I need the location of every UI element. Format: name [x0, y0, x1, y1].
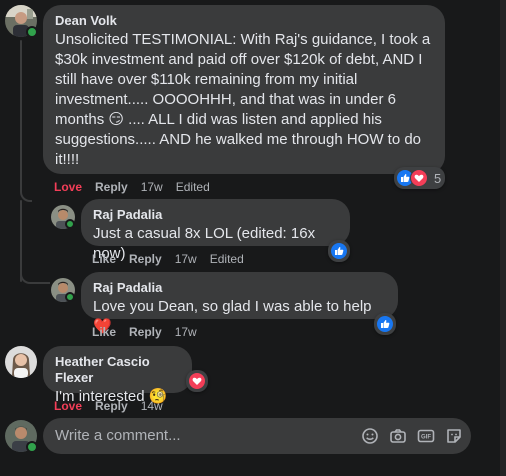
edited-label[interactable]: Edited	[176, 179, 210, 195]
gif-icon[interactable]: GIF	[417, 427, 435, 445]
comment-text-line: suggestions..... AND he walked me throug…	[55, 131, 422, 148]
edited-label[interactable]: Edited	[210, 251, 244, 267]
like-button[interactable]: Like	[92, 251, 116, 267]
comment-bubble: Dean Volk Unsolicited TESTIMONIAL: With …	[43, 5, 445, 174]
comment-text-line: investment..... OOOOHHH, and that was in…	[55, 91, 396, 108]
comment-author[interactable]: Dean Volk	[55, 13, 433, 29]
avatar-photo	[5, 346, 37, 378]
comment-author[interactable]: Heather Cascio Flexer	[55, 354, 180, 386]
comment-text-line: still have over $110k remaining from my …	[55, 71, 358, 88]
online-status-indicator	[65, 292, 75, 302]
love-reaction-icon	[410, 169, 428, 187]
thread-line	[20, 40, 22, 190]
like-reaction-icon	[376, 315, 394, 333]
love-button[interactable]: Love	[54, 179, 82, 195]
comment-bubble: Heather Cascio Flexer I'm interested 🧐	[43, 346, 192, 405]
comment-text-line: it!!!!	[55, 151, 80, 168]
online-status-indicator	[26, 441, 38, 453]
comment-timestamp[interactable]: 14w	[141, 398, 163, 414]
comment-actions: Love Reply 17w Edited	[54, 179, 223, 195]
emoji-icon[interactable]	[361, 427, 379, 445]
comment-text-line: $30k investment and paid off over $120k …	[55, 51, 423, 68]
like-button[interactable]: Like	[92, 324, 116, 340]
reply-button[interactable]: Reply	[95, 179, 128, 195]
comment-timestamp[interactable]: 17w	[141, 179, 163, 195]
comment-composer[interactable]: Write a comment... GIF	[43, 418, 471, 454]
comment-bubble: Raj Padalia Love you Dean, so glad I was…	[81, 272, 398, 335]
comment-text: Unsolicited TESTIMONIAL: With Raj's guid…	[55, 30, 433, 170]
comment-author[interactable]: Raj Padalia	[93, 280, 386, 296]
comment-input[interactable]: Write a comment...	[55, 427, 181, 445]
avatar[interactable]	[5, 346, 37, 378]
love-reaction-icon	[188, 372, 206, 390]
reaction-count: 5	[434, 170, 442, 186]
comment-timestamp[interactable]: 17w	[175, 251, 197, 267]
online-status-indicator	[65, 219, 75, 229]
comment-text-line: months 😏 .... ALL I did was listen and a…	[55, 111, 382, 128]
reaction-summary[interactable]	[374, 313, 396, 335]
comment-actions: Like Reply 17w	[92, 324, 210, 340]
comment-text-line: Unsolicited TESTIMONIAL: With Raj's guid…	[55, 31, 431, 48]
comment-author[interactable]: Raj Padalia	[93, 207, 338, 223]
comment-timestamp[interactable]: 17w	[175, 324, 197, 340]
comment-actions: Love Reply 14w	[54, 398, 176, 414]
reply-button[interactable]: Reply	[129, 324, 162, 340]
love-button[interactable]: Love	[54, 398, 82, 414]
reply-button[interactable]: Reply	[129, 251, 162, 267]
thread-connector	[20, 270, 50, 284]
scrollbar[interactable]	[500, 0, 506, 476]
comment-bubble: Raj Padalia Just a casual 8x LOL (edited…	[81, 199, 350, 262]
reply-button[interactable]: Reply	[95, 398, 128, 414]
camera-icon[interactable]	[389, 427, 407, 445]
comment-actions: Like Reply 17w Edited	[92, 251, 257, 267]
sticker-icon[interactable]	[445, 427, 463, 445]
online-status-indicator	[26, 26, 38, 38]
svg-text:GIF: GIF	[421, 435, 431, 441]
like-reaction-icon	[330, 242, 348, 260]
reaction-summary[interactable]	[186, 370, 208, 392]
reaction-summary[interactable]: 5	[394, 167, 446, 189]
reaction-summary[interactable]	[328, 240, 350, 262]
